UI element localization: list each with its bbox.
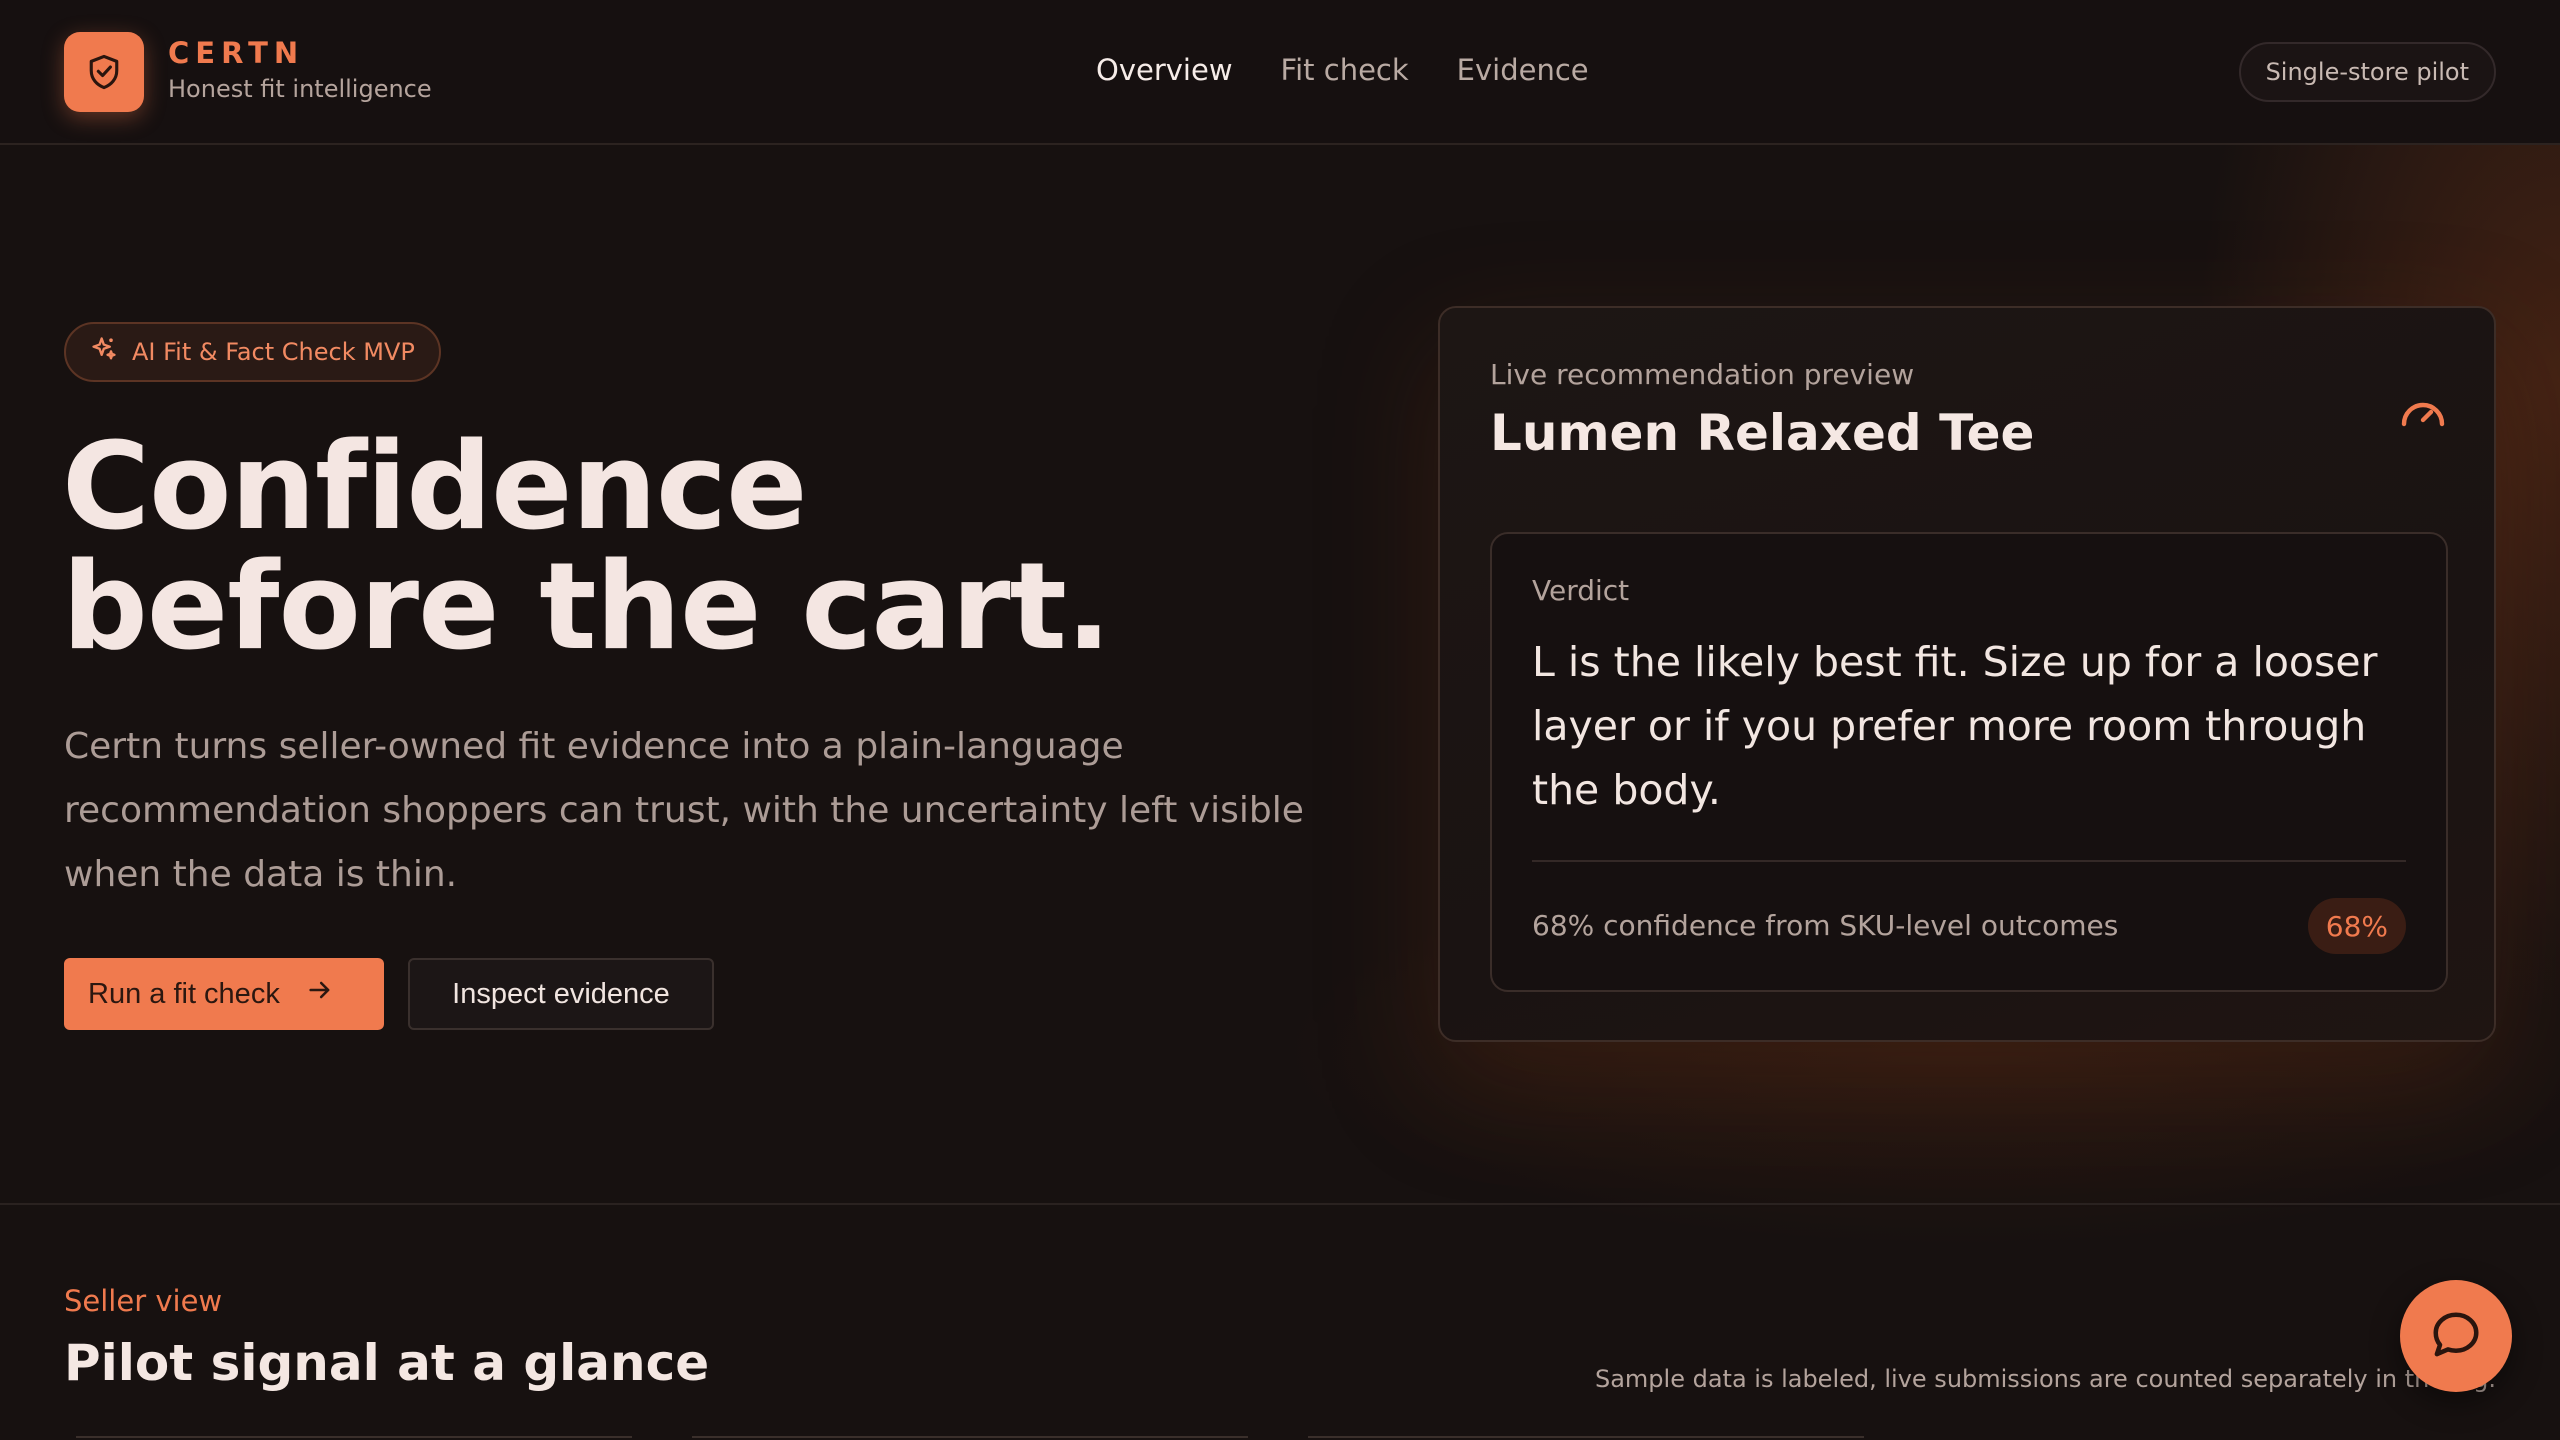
mvp-badge: AI Fit & Fact Check MVP (64, 322, 441, 382)
hero-description: Certn turns seller-owned fit evidence in… (64, 726, 1304, 895)
brand[interactable]: CERTN Honest fit intelligence (64, 32, 432, 112)
top-bar: CERTN Honest fit intelligence Overview F… (0, 0, 2560, 145)
recommendation-preview-card: Live recommendation preview Lumen Relaxe… (1438, 306, 2496, 1042)
product-name: Lumen Relaxed Tee (1490, 404, 2035, 462)
mvp-badge-label: AI Fit & Fact Check MVP (132, 338, 415, 366)
brand-name: CERTN (168, 36, 305, 70)
arrow-right-icon (306, 976, 334, 1012)
seller-title: Pilot signal at a glance (64, 1334, 710, 1392)
seller-eyebrow: Seller view (64, 1284, 223, 1318)
run-fit-check-label: Run a fit check (88, 977, 280, 1010)
brand-tagline: Honest fit intelligence (168, 75, 432, 103)
nav-evidence[interactable]: Evidence (1457, 50, 1589, 90)
gauge-icon (2398, 394, 2448, 438)
page: CERTN Honest fit intelligence Overview F… (0, 0, 2560, 1440)
sample-data-note: Sample data is labeled, live submissions… (1594, 1365, 2496, 1393)
pilot-badge: Single-store pilot (2238, 42, 2496, 102)
verdict-text: L is the likely best fit. Size up for a … (1532, 638, 2378, 814)
chat-bubble-icon (2429, 1308, 2483, 1365)
metric-card (1308, 1436, 1864, 1440)
verdict-box: Verdict L is the likely best fit. Size u… (1490, 532, 2448, 992)
preview-label: Live recommendation preview (1490, 358, 1915, 391)
sparkles-icon (90, 335, 118, 369)
nav-overview[interactable]: Overview (1096, 50, 1233, 90)
metric-card (692, 1436, 1248, 1440)
confidence-text: 68% confidence from SKU-level outcomes (1532, 909, 2119, 942)
headline-line-2: before the cart. (62, 538, 1111, 677)
shield-check-icon (64, 32, 144, 112)
chat-button[interactable] (2400, 1280, 2512, 1392)
verdict-divider (1532, 860, 2406, 862)
hero-headline: Confidence before the cart. (62, 418, 1111, 677)
headline-line-1: Confidence (62, 418, 808, 557)
main-nav: Overview Fit check Evidence (1096, 50, 1589, 90)
section-divider (0, 1203, 2560, 1205)
run-fit-check-button[interactable]: Run a fit check (64, 958, 384, 1030)
metric-card (76, 1436, 632, 1440)
inspect-evidence-button[interactable]: Inspect evidence (408, 958, 714, 1030)
confidence-badge: 68% (2307, 898, 2406, 954)
verdict-label: Verdict (1532, 574, 1630, 607)
nav-fit-check[interactable]: Fit check (1281, 50, 1409, 90)
